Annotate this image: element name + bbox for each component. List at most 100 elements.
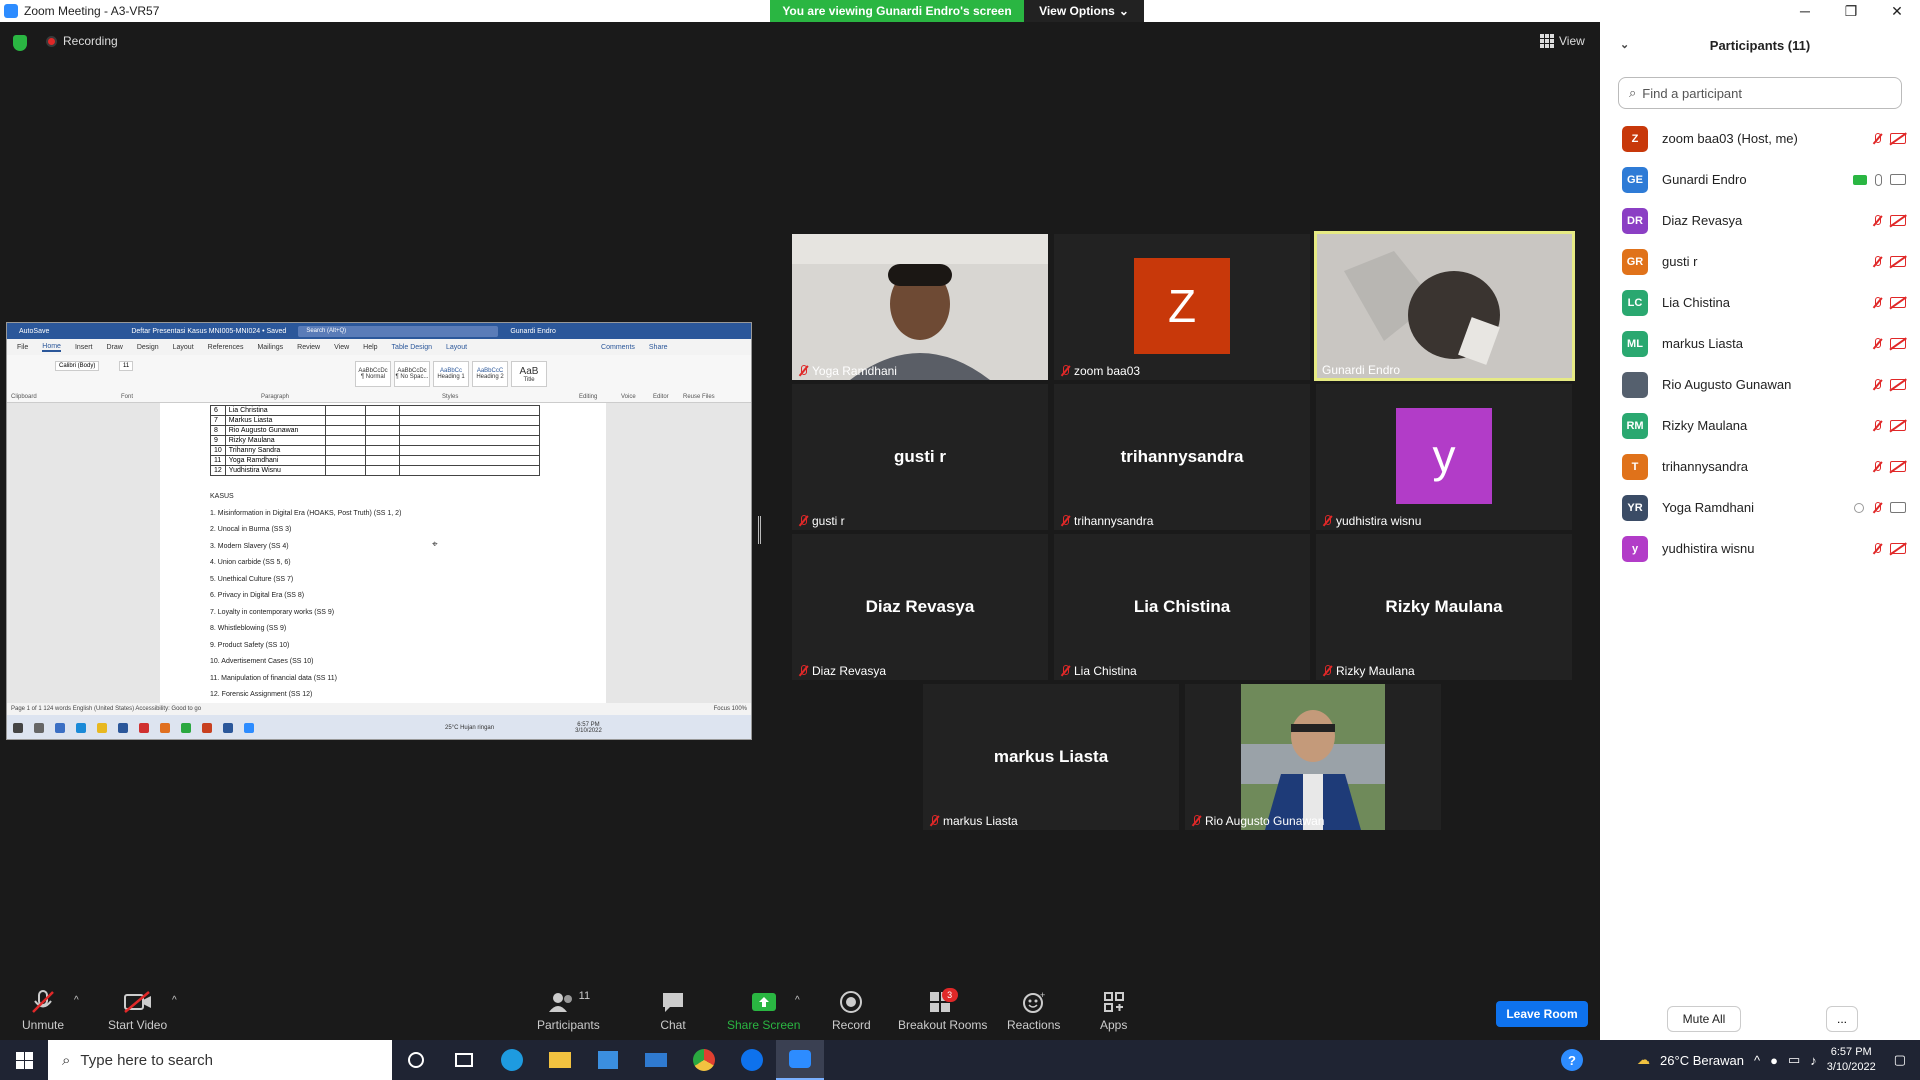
video-tile[interactable]: Diaz Revasya Diaz Revasya — [792, 534, 1048, 680]
volume-icon[interactable]: ♪ — [1810, 1053, 1817, 1068]
muted-mic-icon[interactable] — [1872, 132, 1882, 145]
clock-time: 6:57 PM — [1830, 1046, 1872, 1058]
video-off-icon — [1890, 297, 1906, 308]
close-button[interactable]: ✕ — [1874, 0, 1920, 22]
participant-search-input[interactable]: ⌕ Find a participant — [1618, 77, 1902, 109]
mute-all-button[interactable]: Mute All — [1667, 1006, 1741, 1032]
chat-button[interactable]: Chat — [660, 990, 686, 1032]
video-tile[interactable]: markus Liasta markus Liasta — [923, 684, 1179, 830]
notifications-icon[interactable]: ▢ — [1894, 1052, 1906, 1068]
avatar: LC — [1622, 289, 1648, 316]
split-handle[interactable] — [758, 516, 761, 544]
video-tile[interactable]: y yudhistira wisnu — [1316, 384, 1572, 530]
muted-mic-icon[interactable] — [1872, 460, 1882, 473]
view-options-button[interactable]: View Options ⌄ — [1024, 0, 1144, 22]
muted-mic-icon[interactable] — [1872, 501, 1882, 514]
encryption-shield-icon[interactable] — [13, 35, 27, 51]
file-explorer-icon[interactable] — [536, 1040, 584, 1080]
network-icon[interactable]: ▭ — [1788, 1052, 1800, 1068]
reactions-button[interactable]: + Reactions — [1007, 990, 1060, 1032]
video-tile[interactable]: Lia Chistina Lia Chistina — [1054, 534, 1310, 680]
participant-row[interactable]: Zzoom baa03 (Host, me) — [1600, 118, 1920, 159]
caret-up-icon[interactable]: ^ — [172, 995, 177, 1006]
caret-up-icon[interactable]: ^ — [74, 995, 79, 1006]
record-button[interactable]: Record — [832, 990, 871, 1032]
edge-icon[interactable] — [488, 1040, 536, 1080]
unmute-button[interactable]: Unmute — [22, 990, 64, 1032]
record-label: Record — [832, 1018, 871, 1032]
share-screen-button[interactable]: Share Screen — [727, 990, 800, 1032]
muted-mic-icon[interactable] — [1872, 214, 1882, 227]
video-tile[interactable]: gusti r gusti r — [792, 384, 1048, 530]
tile-name: gusti r — [798, 514, 845, 528]
participant-row[interactable]: RM Rizky Maulana — [1600, 405, 1920, 446]
table-cell — [398, 455, 540, 466]
video-tile-active-speaker[interactable]: Gunardi Endro — [1314, 231, 1575, 381]
clock[interactable]: 6:57 PM 3/10/2022 — [1827, 1045, 1876, 1075]
muted-mic-icon — [798, 365, 808, 377]
help-icon[interactable]: ? — [1561, 1049, 1584, 1071]
collapse-chevron-icon[interactable]: ⌄ — [1620, 38, 1629, 51]
participant-row[interactable]: GR gusti r — [1600, 241, 1920, 282]
taskbar-search-input[interactable]: ⌕ Type here to search — [48, 1040, 392, 1080]
leave-room-button[interactable]: Leave Room — [1496, 1001, 1588, 1027]
video-tile[interactable]: Rizky Maulana Rizky Maulana — [1316, 534, 1572, 680]
video-tile[interactable]: Rio Augusto Gunawan — [1185, 684, 1441, 830]
participants-panel: ⌄ Participants (11) ⌕ Find a participant… — [1600, 22, 1920, 1040]
video-tile[interactable]: trihannysandra trihannysandra — [1054, 384, 1310, 530]
muted-mic-icon[interactable] — [1872, 255, 1882, 268]
apps-button[interactable]: Apps — [1100, 990, 1127, 1032]
muted-mic-icon[interactable] — [1872, 542, 1882, 555]
breakout-label: Breakout Rooms — [898, 1018, 988, 1032]
participant-row[interactable]: Ttrihannysandra — [1600, 446, 1920, 487]
participants-button[interactable]: 11 Participants — [537, 990, 600, 1032]
task-view-icon[interactable] — [440, 1040, 488, 1080]
teamviewer-icon[interactable] — [728, 1040, 776, 1080]
mic-icon[interactable] — [1875, 173, 1882, 186]
viewing-screen-banner: You are viewing Gunardi Endro's screen — [770, 0, 1024, 22]
tray-chevron-icon[interactable]: ^ — [1754, 1053, 1760, 1068]
restore-button[interactable]: ❐ — [1828, 0, 1874, 22]
muted-mic-icon[interactable] — [1872, 378, 1882, 391]
clock-date: 3/10/2022 — [1826, 1061, 1876, 1073]
muted-mic-icon[interactable] — [1872, 296, 1882, 309]
participant-row[interactable]: y yudhistira wisnu — [1600, 528, 1920, 569]
list-item: 10. Advertisement Cases (SS 10) — [210, 658, 314, 665]
list-item: 5. Unethical Culture (SS 7) — [210, 575, 294, 583]
table-row: 12 Yudhistira Wisnu — [210, 465, 540, 476]
word-status-text: Page 1 of 1 124 words English (United St… — [11, 706, 202, 712]
table-cell — [324, 445, 366, 456]
view-layout-button[interactable]: View — [1540, 34, 1585, 48]
word-style: AaB Title — [511, 361, 547, 387]
participant-row[interactable]: ML markus Liasta — [1600, 323, 1920, 364]
shared-screen[interactable]: AutoSave Deftar Presentasi Kasus MNI005-… — [6, 322, 752, 740]
participant-row[interactable]: LC Lia Chistina — [1600, 282, 1920, 323]
video-tile[interactable]: Yoga Ramdhani — [792, 234, 1048, 380]
start-button[interactable] — [0, 1040, 48, 1080]
store-icon[interactable] — [584, 1040, 632, 1080]
start-video-button[interactable]: Start Video — [108, 990, 167, 1032]
mail-icon[interactable] — [632, 1040, 680, 1080]
more-options-button[interactable]: ... — [1826, 1006, 1858, 1032]
video-tile[interactable]: Z zoom baa03 — [1054, 234, 1310, 380]
table-row: 6 Lia Christina — [210, 405, 540, 416]
participant-row[interactable]: Rio Augusto Gunawan — [1600, 364, 1920, 405]
participant-row[interactable]: DR Diaz Revasya — [1600, 200, 1920, 241]
breakout-rooms-button[interactable]: 3 Breakout Rooms — [898, 988, 988, 1032]
window-title: Zoom Meeting - A3-VR57 — [24, 4, 160, 18]
word-tab: Help — [363, 343, 378, 351]
muted-mic-icon[interactable] — [1872, 419, 1882, 432]
recording-indicator[interactable]: Recording — [46, 34, 118, 48]
microphone-icon[interactable]: ● — [1770, 1053, 1778, 1068]
cortana-icon[interactable] — [392, 1040, 440, 1080]
tile-name-label: Yoga Ramdhani — [812, 364, 897, 378]
zoom-taskbar-icon[interactable] — [776, 1040, 824, 1080]
caret-up-icon[interactable]: ^ — [795, 995, 800, 1006]
minimize-button[interactable]: ─ — [1782, 0, 1828, 22]
chrome-icon[interactable] — [680, 1040, 728, 1080]
word-style: AaBbCcC Heading 2 — [472, 361, 508, 387]
weather-text[interactable]: 26°C Berawan — [1660, 1053, 1744, 1068]
participant-row[interactable]: GE Gunardi Endro — [1600, 159, 1920, 200]
muted-mic-icon[interactable] — [1872, 337, 1882, 350]
participant-row[interactable]: YR Yoga Ramdhani — [1600, 487, 1920, 528]
